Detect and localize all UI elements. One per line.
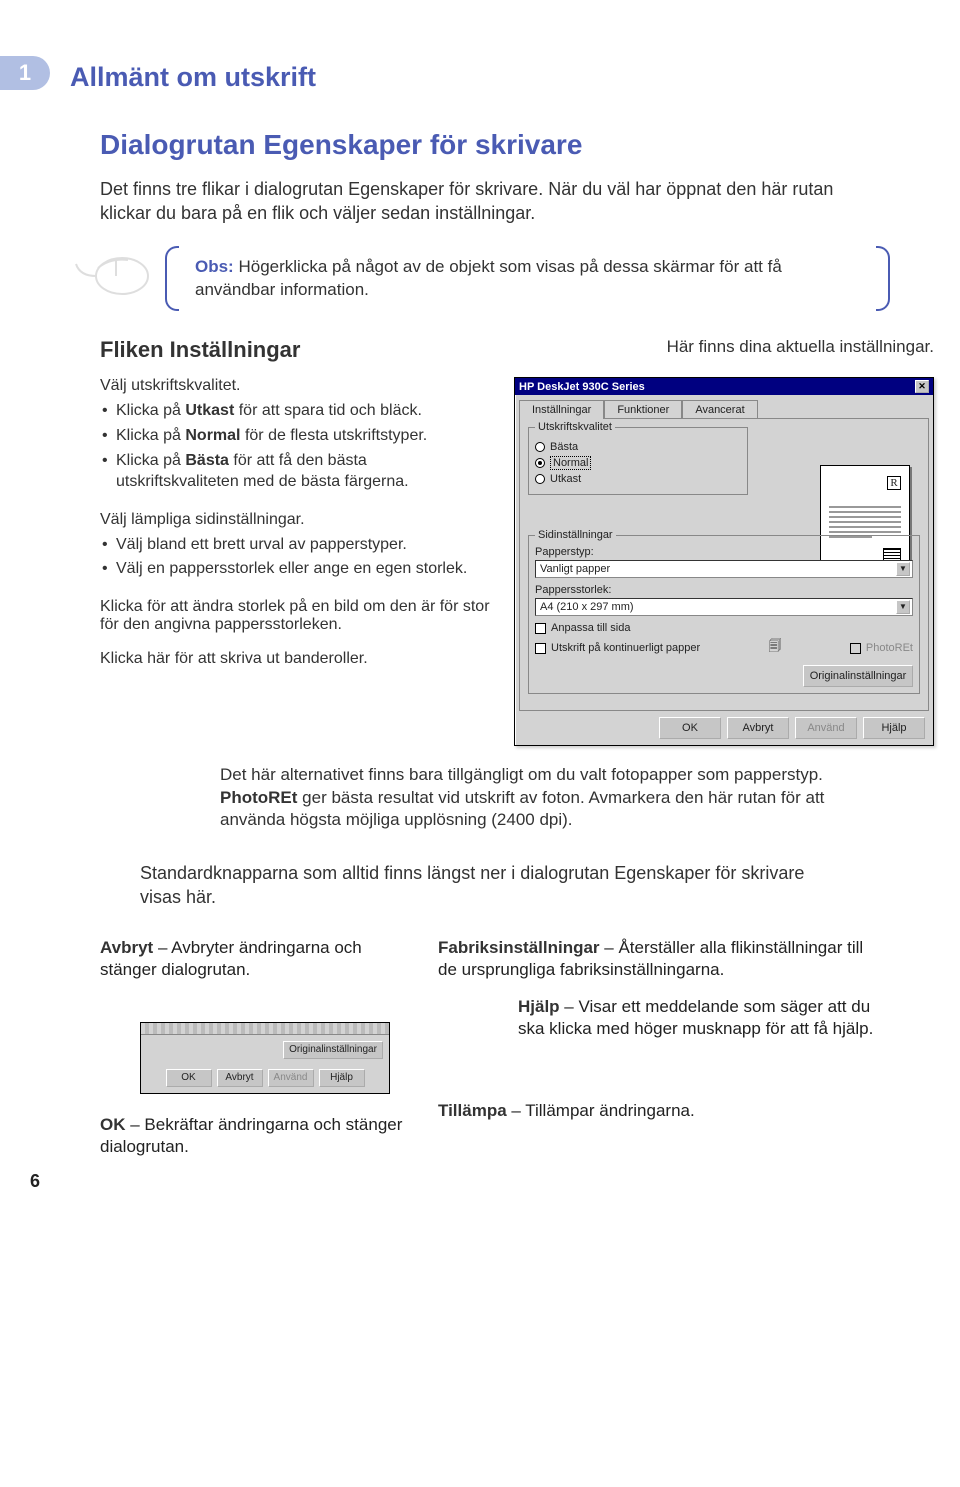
paper-type-select[interactable]: Vanligt papper ▼ [535, 560, 913, 578]
paper-size-label: Pappersstorlek: [535, 584, 913, 596]
group-page-label: Sidinställningar [535, 529, 616, 541]
mini-dialog: Originalinställningar OK Avbryt Använd H… [140, 1022, 390, 1094]
note-box: Obs: Högerklicka på något av de objekt s… [165, 246, 890, 312]
page-number: 6 [30, 1171, 40, 1192]
fit-to-page-checkbox[interactable]: Anpassa till sida [535, 622, 913, 634]
resize-note: Klicka för att ändra storlek på en bild … [100, 598, 490, 634]
intro-text: Det finns tre flikar i dialogrutan Egens… [100, 177, 850, 226]
paper-type-label: Papperstyp: [535, 546, 913, 558]
mini-apply-button[interactable]: Använd [268, 1069, 314, 1087]
note-label: Obs: [195, 257, 234, 276]
section-heading: Dialogrutan Egenskaper för skrivare [100, 129, 890, 161]
photoret-note: Det här alternativet finns bara tillgäng… [220, 764, 850, 830]
preview-r-icon: R [887, 476, 901, 490]
paper-size-select[interactable]: A4 (210 x 297 mm) ▼ [535, 598, 913, 616]
caption-current-settings: Här finns dina aktuella inställningar. [614, 337, 934, 357]
mouse-icon [70, 246, 165, 311]
cancel-button[interactable]: Avbryt [727, 717, 789, 739]
bullet: Välj en pappersstorlek eller ange en ege… [100, 559, 490, 580]
banner-icon: 🗐 [769, 637, 782, 659]
radio-draft[interactable]: Utkast [535, 473, 741, 485]
group-quality-label: Utskriftskvalitet [535, 421, 615, 433]
chapter-badge: 1 [0, 56, 50, 90]
tab-advanced[interactable]: Avancerat [682, 400, 757, 419]
mini-help-button[interactable]: Hjälp [319, 1069, 365, 1087]
quality-lead: Välj utskriftskvalitet. [100, 377, 490, 395]
chevron-down-icon[interactable]: ▼ [896, 600, 910, 614]
close-icon[interactable]: ✕ [915, 380, 929, 393]
chevron-down-icon[interactable]: ▼ [896, 562, 910, 576]
ok-button[interactable]: OK [659, 717, 721, 739]
radio-normal[interactable]: Normal [535, 456, 741, 470]
photoret-checkbox[interactable]: PhotoREt [850, 642, 913, 654]
mini-defaults-button[interactable]: Originalinställningar [283, 1041, 383, 1059]
standard-buttons-note: Standardknapparna som alltid finns längs… [140, 861, 850, 910]
banner-checkbox[interactable]: Utskrift på kontinuerligt papper [535, 642, 700, 654]
apply-button[interactable]: Använd [795, 717, 857, 739]
help-button[interactable]: Hjälp [863, 717, 925, 739]
note-text: Högerklicka på något av de objekt som vi… [195, 257, 782, 299]
bullet: Välj bland ett brett urval av papperstyp… [100, 535, 490, 556]
factory-defaults-button[interactable]: Originalinställningar [803, 665, 913, 687]
mini-ok-button[interactable]: OK [166, 1069, 212, 1087]
radio-best[interactable]: Bästa [535, 441, 741, 453]
banner-note: Klicka här för att skriva ut banderoller… [100, 650, 490, 668]
tab-settings[interactable]: Inställningar [519, 400, 604, 419]
properties-dialog: HP DeskJet 930C Series ✕ Inställningar F… [514, 377, 934, 746]
page-settings-lead: Välj lämpliga sidinställningar. [100, 511, 490, 529]
mini-cancel-button[interactable]: Avbryt [217, 1069, 263, 1087]
chapter-title: Allmänt om utskrift [70, 62, 890, 93]
tab-features[interactable]: Funktioner [604, 400, 682, 419]
dialog-title: HP DeskJet 930C Series [519, 381, 645, 393]
